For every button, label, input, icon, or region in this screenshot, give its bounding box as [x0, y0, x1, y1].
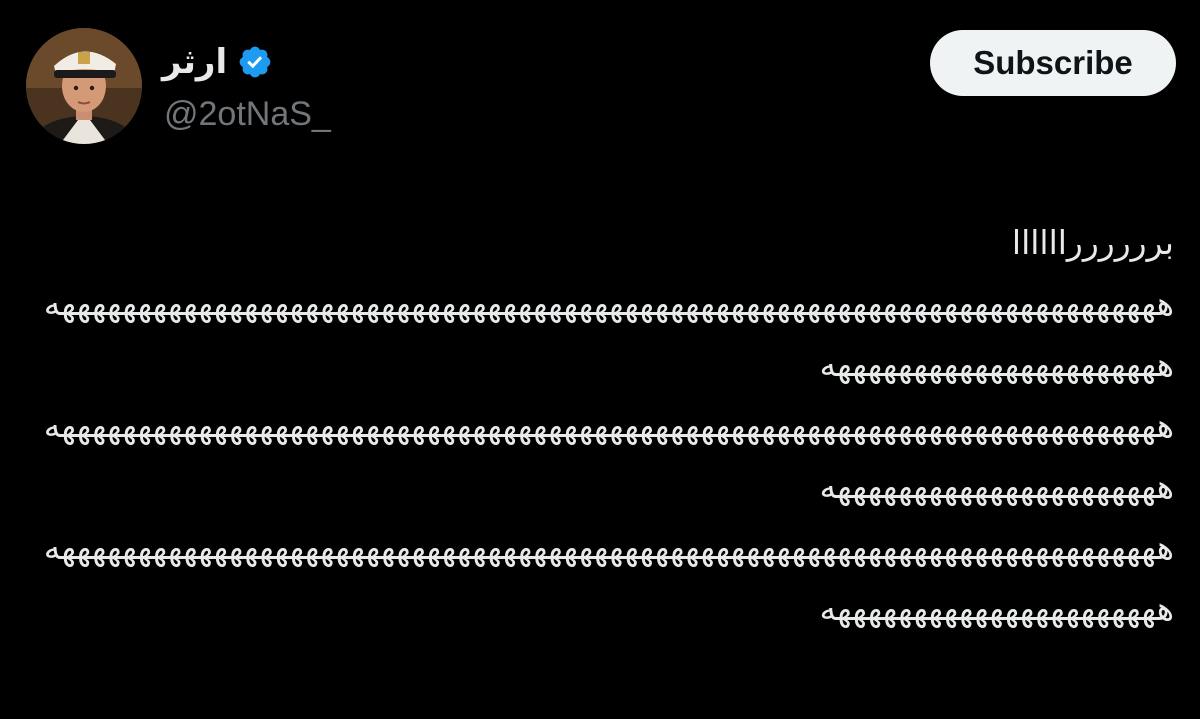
tweet-line: هههههههههههههههههههههههههههههههههههههههه… [43, 284, 1174, 323]
tweet-header: ارثر @2otNaS_ Subscribe [26, 28, 1176, 148]
display-name-row[interactable]: ارثر [162, 40, 273, 84]
tweet-text: برررررراااااا هههههههههههههههههههههههههه… [26, 212, 1174, 639]
subscribe-button[interactable]: Subscribe [930, 30, 1176, 96]
tweet-line: ههههههههههههههههههههههه [819, 589, 1174, 628]
tweet-line: ههههههههههههههههههههههه [819, 345, 1174, 384]
tweet-line: ههههههههههههههههههههههه [819, 467, 1174, 506]
profile-avatar-icon [26, 28, 142, 144]
display-name[interactable]: ارثر [162, 40, 227, 84]
verified-badge-icon [237, 44, 273, 80]
tweet-line: هههههههههههههههههههههههههههههههههههههههه… [43, 528, 1174, 567]
tweet-line: برررررراااااا [1011, 223, 1174, 262]
user-handle[interactable]: @2otNaS_ [164, 92, 331, 136]
tweet-line: هههههههههههههههههههههههههههههههههههههههه… [43, 406, 1174, 445]
avatar[interactable] [26, 28, 142, 144]
